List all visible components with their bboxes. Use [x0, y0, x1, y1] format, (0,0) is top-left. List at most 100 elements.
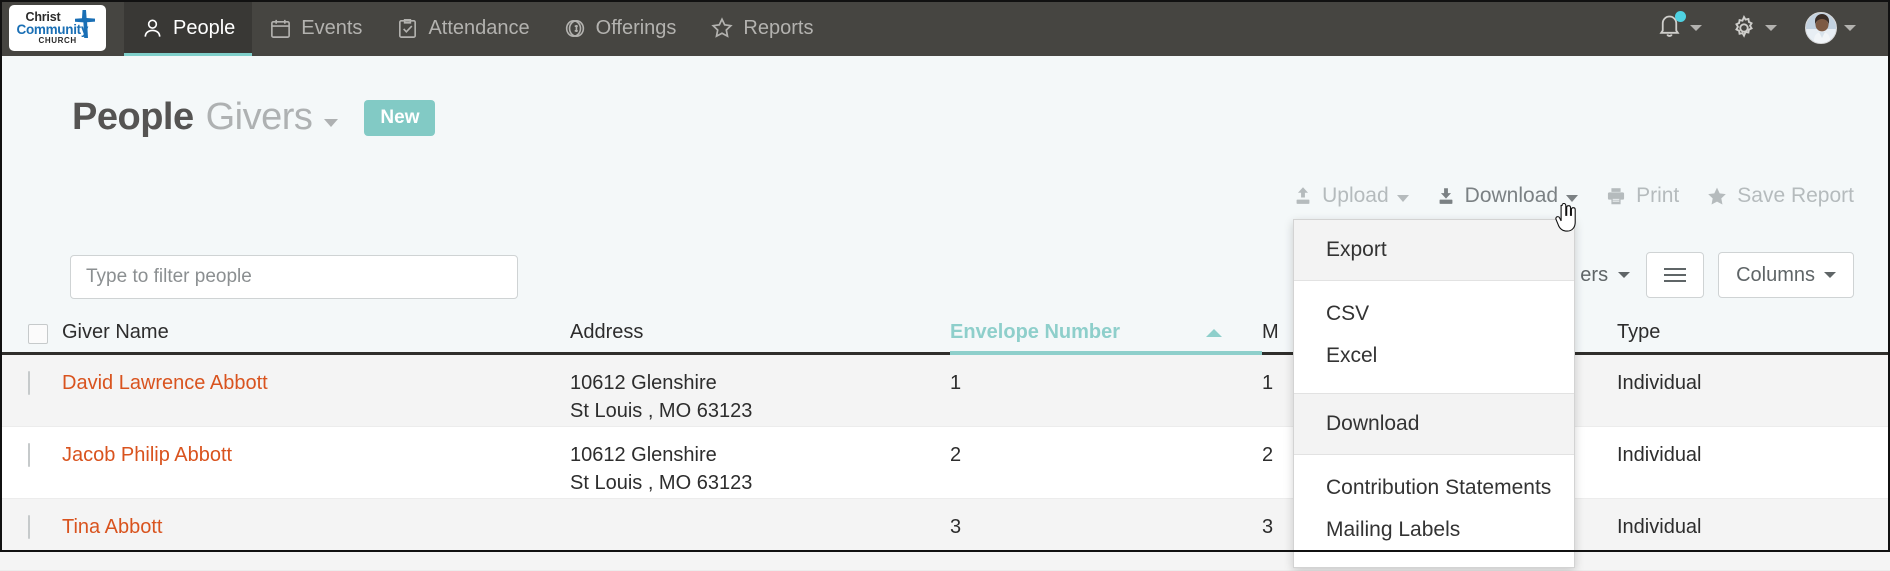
sort-ascending-icon: [1206, 328, 1222, 337]
download-dropdown-menu: Export CSV Excel Download Contribution S…: [1293, 219, 1575, 568]
menu-item-csv[interactable]: CSV: [1294, 293, 1574, 335]
giver-name-link[interactable]: David Lawrence Abbott: [62, 372, 268, 394]
dropdown-export-items: CSV Excel: [1294, 281, 1574, 393]
checklist-icon: [399, 18, 417, 38]
nav-item-people[interactable]: People: [124, 0, 253, 56]
menu-item-mailing-labels[interactable]: Mailing Labels: [1294, 509, 1574, 551]
new-button[interactable]: New: [364, 99, 436, 136]
top-right-controls: [1646, 0, 1890, 56]
notifications-button[interactable]: [1646, 11, 1712, 44]
download-button[interactable]: Download: [1435, 184, 1579, 208]
page-title-row: People Givers New: [72, 96, 436, 139]
column-header-giver-name[interactable]: Giver Name: [62, 321, 570, 344]
menu-item-contribution-statements[interactable]: Contribution Statements: [1294, 467, 1574, 509]
select-all-header: [0, 324, 62, 344]
cell-address: 10612 Glenshire St Louis , MO 63123: [570, 372, 950, 423]
page-body: People Givers New Upload Download: [0, 56, 1890, 571]
column-header-address[interactable]: Address: [570, 321, 950, 344]
address-line-2: St Louis , MO 63123: [570, 472, 753, 494]
givers-dropdown-caret-icon[interactable]: [324, 118, 339, 127]
avatar-photo-icon: [1806, 13, 1836, 43]
download-label: Download: [1464, 184, 1559, 207]
row-select-cell: [0, 371, 62, 395]
gear-icon: [1735, 14, 1753, 38]
hamburger-icon: [1664, 268, 1687, 282]
address-line-2: St Louis , MO 63123: [570, 400, 753, 422]
table-row[interactable]: Jacob Philip Abbott 10612 Glenshire St L…: [0, 427, 1890, 499]
table-row[interactable]: David Lawrence Abbott 10612 Glenshire St…: [0, 355, 1890, 427]
print-label: Print: [1636, 184, 1680, 207]
menu-item-excel[interactable]: Excel: [1294, 335, 1574, 377]
chevron-down-icon: [1396, 194, 1409, 202]
chevron-down-icon: [1824, 272, 1836, 278]
address-line-1: 10612 Glenshire: [570, 444, 717, 466]
nav-label-reports: Reports: [743, 16, 814, 39]
row-checkbox[interactable]: [28, 515, 30, 539]
select-all-checkbox[interactable]: [28, 324, 48, 344]
column-header-type[interactable]: Type: [1617, 321, 1890, 344]
chevron-down-icon: [1566, 194, 1579, 202]
cell-type: Individual: [1617, 444, 1702, 466]
print-button[interactable]: Print: [1604, 184, 1679, 208]
nav-label-people: People: [173, 16, 236, 39]
nav-item-offerings[interactable]: Offerings: [547, 0, 694, 56]
upload-button[interactable]: Upload: [1292, 184, 1409, 208]
cell-giver-name: Tina Abbott: [62, 516, 570, 539]
settings-button[interactable]: [1720, 14, 1787, 42]
list-view-button[interactable]: [1646, 252, 1705, 298]
nav-item-attendance[interactable]: Attendance: [379, 0, 546, 56]
star-icon: [1708, 187, 1727, 205]
coin-icon: [565, 19, 584, 37]
person-icon: [144, 19, 161, 37]
column-header-envelope-number-label: Envelope Number: [950, 321, 1121, 343]
columns-label: Columns: [1736, 263, 1815, 286]
upload-label: Upload: [1322, 184, 1389, 207]
search-input[interactable]: [70, 255, 518, 299]
giver-name-link[interactable]: Jacob Philip Abbott: [62, 444, 232, 466]
church-logo[interactable]: Christ Community CHURCH: [9, 5, 106, 51]
dropdown-section-download[interactable]: Download: [1294, 394, 1574, 455]
user-menu[interactable]: [1795, 12, 1866, 44]
upload-icon: [1296, 187, 1310, 204]
row-checkbox[interactable]: [28, 371, 30, 395]
filters-dropdown[interactable]: ers: [1580, 264, 1632, 287]
page-title: People: [72, 96, 194, 138]
nav-label-offerings: Offerings: [595, 16, 677, 39]
printer-icon: [1608, 188, 1625, 205]
dropdown-section-export[interactable]: Export: [1294, 220, 1574, 281]
save-report-label: Save Report: [1737, 184, 1854, 207]
row-checkbox[interactable]: [28, 443, 30, 467]
chevron-down-icon: [1618, 272, 1631, 278]
address-line-1: 10612 Glenshire: [570, 372, 717, 394]
table-header-row: Giver Name Address Envelope Number M Typ…: [0, 307, 1890, 355]
table-row[interactable]: Tina Abbott 3 3 Individual: [0, 499, 1890, 571]
row-select-cell: [0, 515, 62, 539]
avatar: [1805, 12, 1837, 44]
save-report-button[interactable]: Save Report: [1705, 184, 1854, 208]
nav-label-attendance: Attendance: [428, 16, 530, 39]
primary-nav: People Events Attendance Offerings Repor…: [124, 0, 830, 56]
download-icon: [1439, 188, 1453, 204]
cell-giver-name: David Lawrence Abbott: [62, 372, 570, 395]
star-icon: [711, 17, 734, 38]
cell-envelope-number: 2: [950, 444, 962, 466]
calendar-icon: [271, 19, 291, 38]
action-toolbar: Upload Download Print Save Report: [1292, 184, 1854, 208]
chevron-down-icon: [1844, 25, 1856, 31]
page-subtitle: Givers: [205, 96, 313, 138]
column-header-envelope-number[interactable]: Envelope Number: [950, 321, 1262, 355]
nav-label-events: Events: [301, 16, 363, 39]
nav-item-reports[interactable]: Reports: [693, 0, 830, 56]
cell-envelope-number: 3: [950, 516, 962, 538]
cell-address: 10612 Glenshire St Louis , MO 63123: [570, 444, 950, 495]
giver-name-link[interactable]: Tina Abbott: [62, 516, 162, 538]
top-navigation-bar: Christ Community CHURCH People Events At…: [0, 0, 1890, 56]
filters-label: ers: [1580, 263, 1609, 286]
columns-button[interactable]: Columns: [1718, 252, 1854, 298]
nav-item-events[interactable]: Events: [252, 0, 379, 56]
table-controls: ers Columns: [1580, 252, 1854, 298]
givers-table: Giver Name Address Envelope Number M Typ…: [0, 307, 1890, 571]
chevron-down-icon: [1765, 25, 1777, 31]
cell-type: Individual: [1617, 372, 1702, 394]
row-select-cell: [0, 443, 62, 467]
